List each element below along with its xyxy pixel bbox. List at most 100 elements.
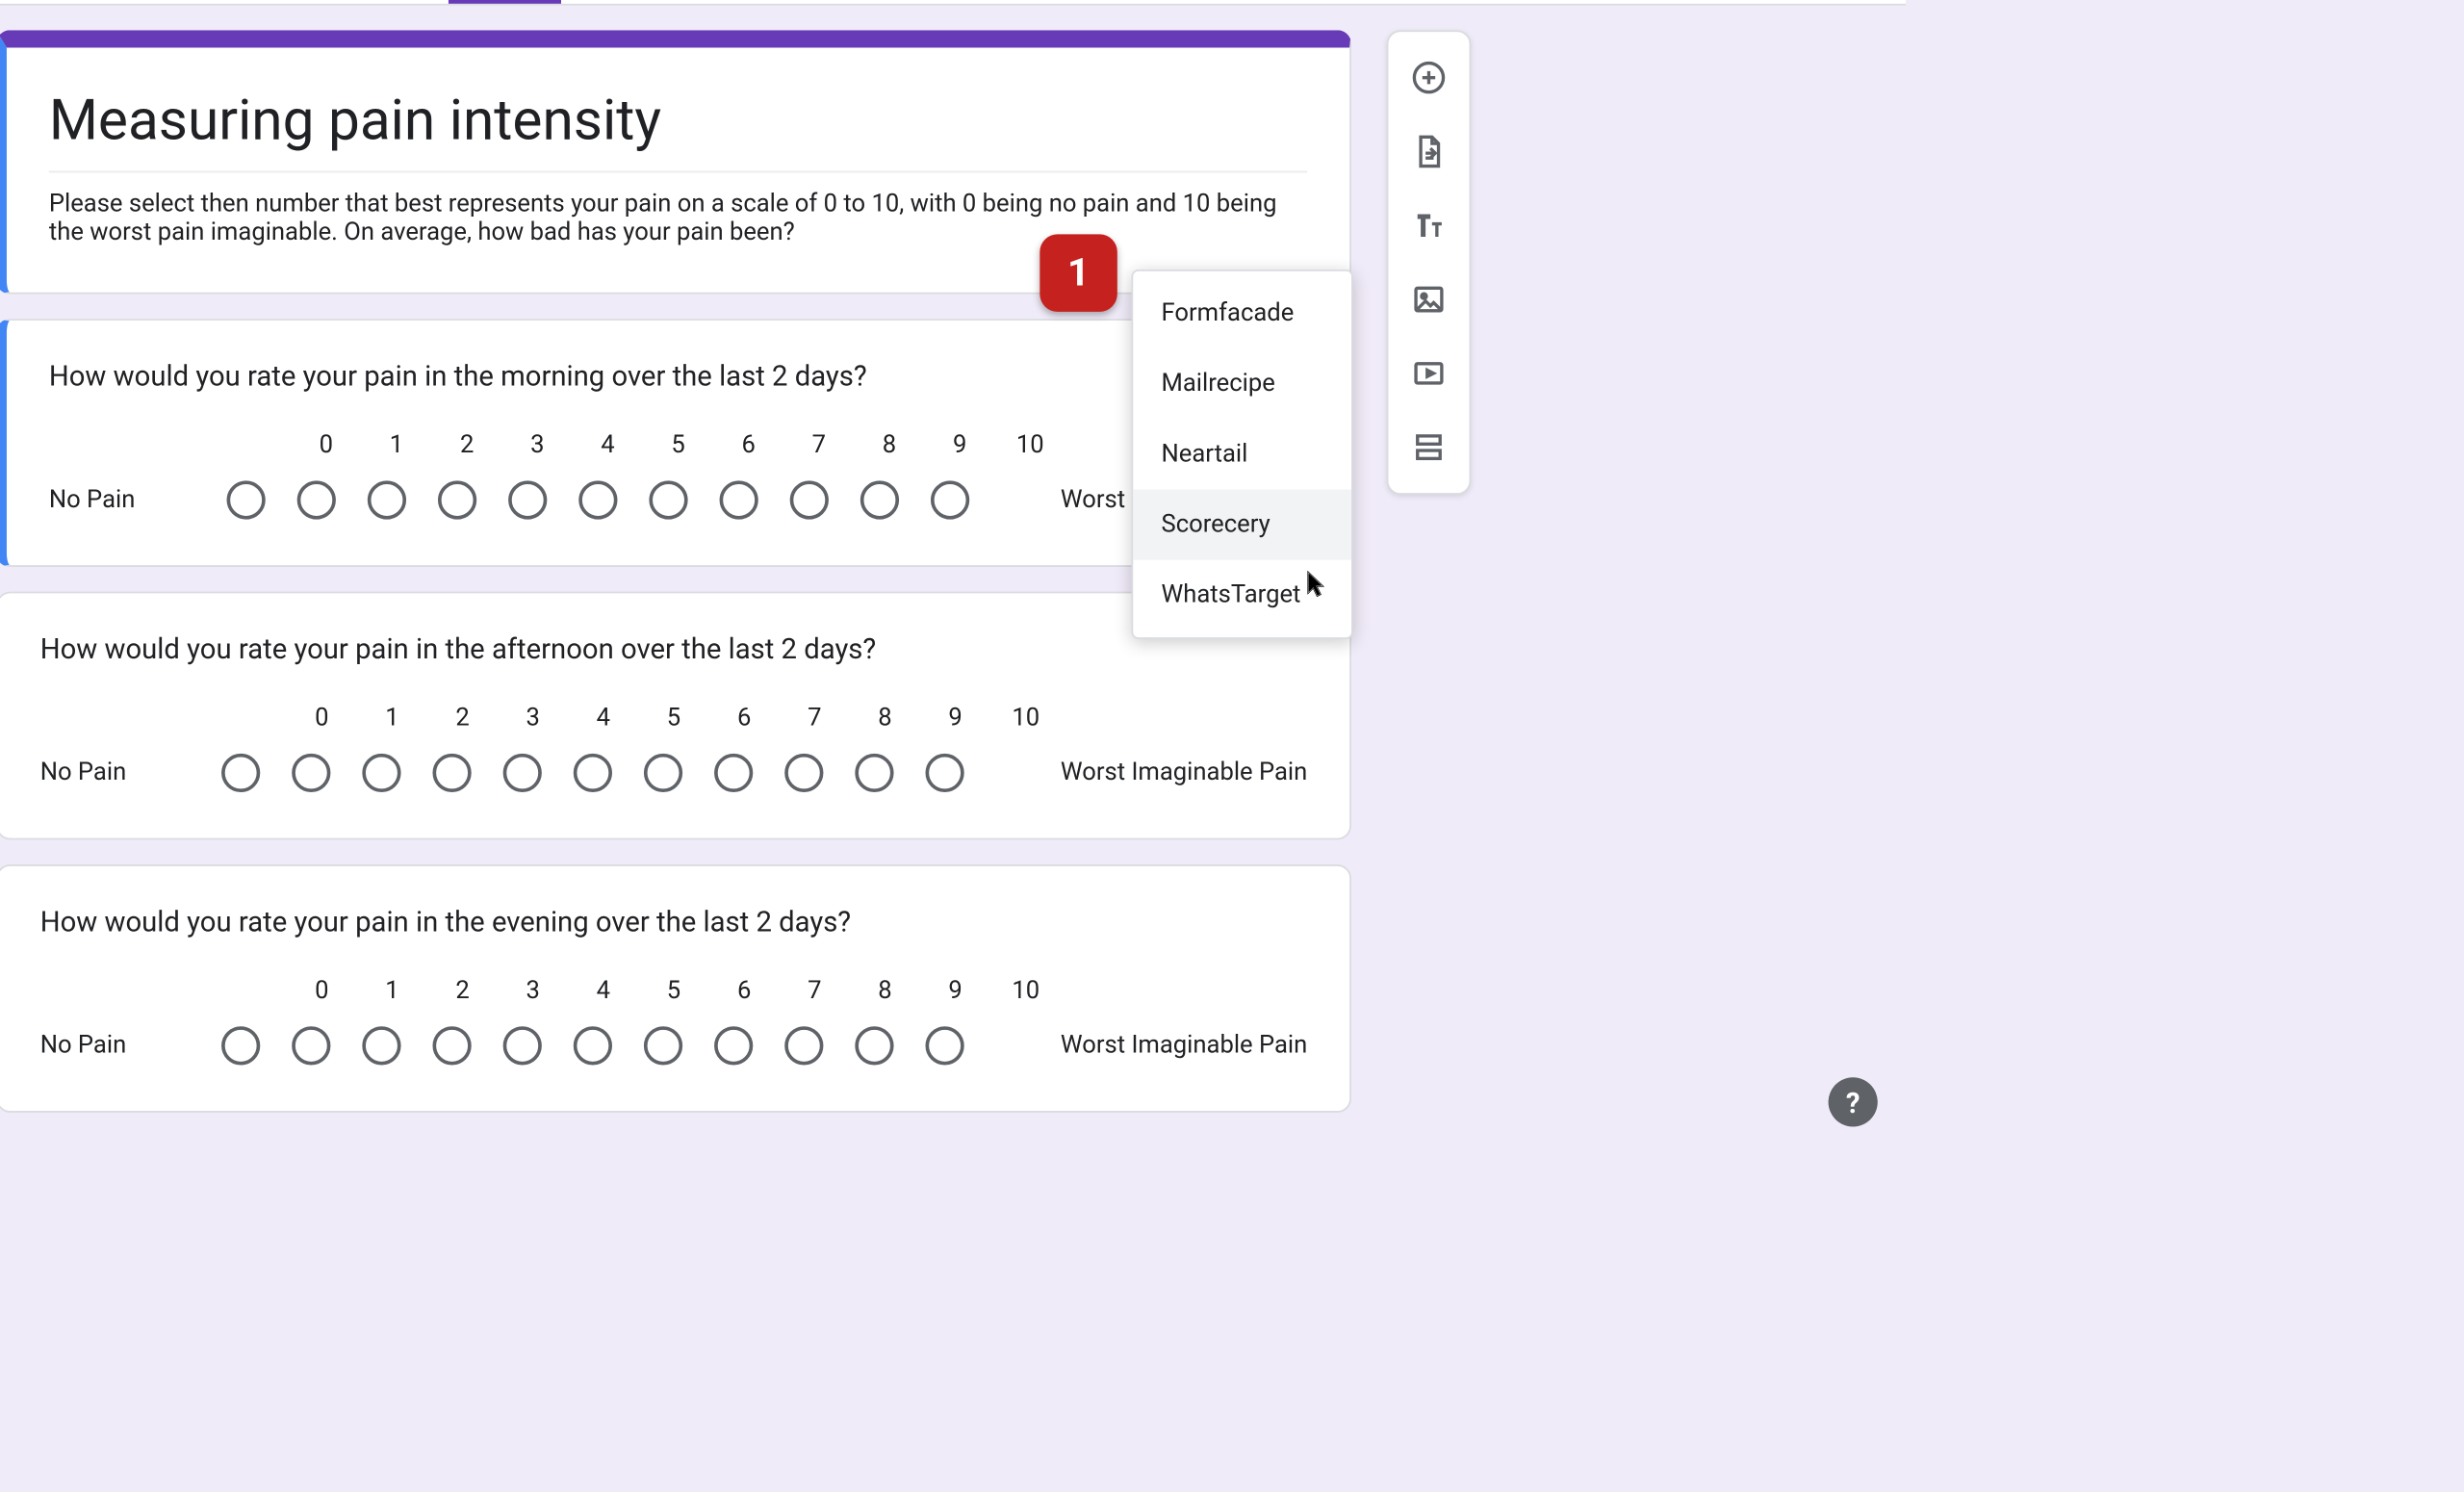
scale-high-label: Worst Imaginable Pain	[1061, 759, 1307, 786]
scale-numbers: 012345678910	[287, 705, 1062, 733]
radio-option[interactable]	[926, 1026, 964, 1065]
addon-menu-item[interactable]: WhatsTarget	[1133, 560, 1351, 630]
form-description[interactable]: Please select then number that best repr…	[49, 171, 1307, 247]
add-question-icon[interactable]	[1394, 42, 1464, 113]
scale-number: 0	[291, 431, 361, 459]
scale-number: 6	[709, 705, 780, 733]
radio-option[interactable]	[363, 754, 401, 792]
tab-settings[interactable]: Settings	[808, 0, 898, 4]
scale-number: 8	[850, 705, 920, 733]
form-title-card[interactable]: Measuring pain intensity Please select t…	[0, 30, 1351, 294]
radio-option[interactable]	[578, 480, 617, 519]
question-card[interactable]: How would you rate your pain in the even…	[0, 864, 1351, 1113]
question-text[interactable]: How would you rate your pain in the afte…	[40, 632, 1308, 666]
scale-number: 1	[361, 431, 431, 459]
scale-number: 7	[780, 977, 850, 1005]
radio-option[interactable]	[856, 1026, 894, 1065]
help-button[interactable]: ?	[1829, 1077, 1878, 1126]
scale-number: 9	[920, 977, 990, 1005]
add-title-icon[interactable]	[1394, 191, 1464, 261]
radio-option[interactable]	[715, 1026, 754, 1065]
radio-option[interactable]	[503, 754, 542, 792]
scale-number: 9	[925, 431, 995, 459]
radio-option[interactable]	[368, 480, 406, 519]
scale-row: No Pain Worst Imaginable Pain	[40, 754, 1308, 792]
scale-number: 3	[502, 431, 573, 459]
scale-number: 10	[990, 977, 1061, 1005]
scale-number: 6	[713, 431, 783, 459]
radio-option[interactable]	[649, 480, 687, 519]
radio-option[interactable]	[789, 480, 828, 519]
scale-number: 2	[427, 977, 498, 1005]
addon-menu-item[interactable]: Neartail	[1133, 419, 1351, 489]
radio-option[interactable]	[926, 754, 964, 792]
add-section-icon[interactable]	[1394, 412, 1464, 482]
scale-high-label: Worst Imaginable Pain	[1061, 1032, 1307, 1060]
radio-option[interactable]	[293, 754, 331, 792]
radio-option[interactable]	[719, 480, 757, 519]
radio-option[interactable]	[856, 754, 894, 792]
radio-option[interactable]	[715, 754, 754, 792]
tab-questions[interactable]: Questions	[449, 0, 561, 4]
radio-option[interactable]	[574, 754, 612, 792]
add-video-icon[interactable]	[1394, 338, 1464, 408]
radio-option[interactable]	[296, 480, 335, 519]
scale-number: 8	[854, 431, 924, 459]
tab-responses[interactable]: Responses	[624, 0, 745, 4]
scale-number: 5	[638, 705, 708, 733]
scale-number: 2	[427, 705, 498, 733]
radio-option[interactable]	[574, 1026, 612, 1065]
scale-numbers: 012345678910	[287, 977, 1062, 1005]
scale-number: 10	[990, 705, 1061, 733]
scale-number: 9	[920, 705, 990, 733]
scale-number: 3	[498, 705, 568, 733]
scale-number: 5	[638, 977, 708, 1005]
scale-row: No PainWorst Imaginable Pain	[49, 480, 1307, 519]
scale-row: No Pain Worst Imaginable Pain	[40, 1026, 1308, 1065]
radio-option[interactable]	[222, 754, 261, 792]
scale-number: 10	[995, 431, 1065, 459]
question-text[interactable]: How would you rate your pain in the morn…	[49, 359, 1307, 393]
question-text[interactable]: How would you rate your pain in the even…	[40, 905, 1308, 939]
import-questions-icon[interactable]	[1394, 116, 1464, 187]
scale-number: 0	[287, 705, 357, 733]
addon-menu-item[interactable]: Mailrecipe	[1133, 348, 1351, 419]
radio-option[interactable]	[363, 1026, 401, 1065]
addon-menu-item[interactable]: Formfacade	[1133, 278, 1351, 348]
scale-number: 3	[498, 977, 568, 1005]
add-image-icon[interactable]	[1394, 264, 1464, 334]
scale-number: 8	[850, 977, 920, 1005]
scale-number: 4	[568, 705, 638, 733]
scale-low-label: No Pain	[40, 759, 127, 786]
scale-number: 0	[287, 977, 357, 1005]
scale-number: 1	[357, 705, 427, 733]
annotation-badge: 1	[1040, 234, 1116, 311]
radio-option[interactable]	[931, 480, 969, 519]
radio-option[interactable]	[433, 754, 472, 792]
scale-low-label: No Pain	[40, 1032, 127, 1060]
radio-option[interactable]	[785, 754, 824, 792]
addon-menu-item[interactable]: Scorecery	[1133, 490, 1351, 560]
scale-radios	[206, 754, 981, 792]
radio-option[interactable]	[860, 480, 899, 519]
radio-option[interactable]	[226, 480, 265, 519]
radio-option[interactable]	[433, 1026, 472, 1065]
radio-option[interactable]	[645, 754, 683, 792]
radio-option[interactable]	[222, 1026, 261, 1065]
radio-option[interactable]	[438, 480, 476, 519]
scale-number: 2	[432, 431, 502, 459]
scale-number: 7	[783, 431, 854, 459]
scale-number: 6	[709, 977, 780, 1005]
radio-option[interactable]	[508, 480, 547, 519]
radio-option[interactable]	[293, 1026, 331, 1065]
radio-option[interactable]	[785, 1026, 824, 1065]
scale-radios	[206, 1026, 981, 1065]
scale-number: 4	[568, 977, 638, 1005]
form-title[interactable]: Measuring pain intensity	[49, 87, 1307, 153]
radio-option[interactable]	[503, 1026, 542, 1065]
radio-option[interactable]	[645, 1026, 683, 1065]
form-tabs: Questions Responses Settings	[0, 0, 1906, 4]
scale-numbers: 012345678910	[291, 431, 1065, 459]
scale-number: 7	[780, 705, 850, 733]
scale-number: 1	[357, 977, 427, 1005]
